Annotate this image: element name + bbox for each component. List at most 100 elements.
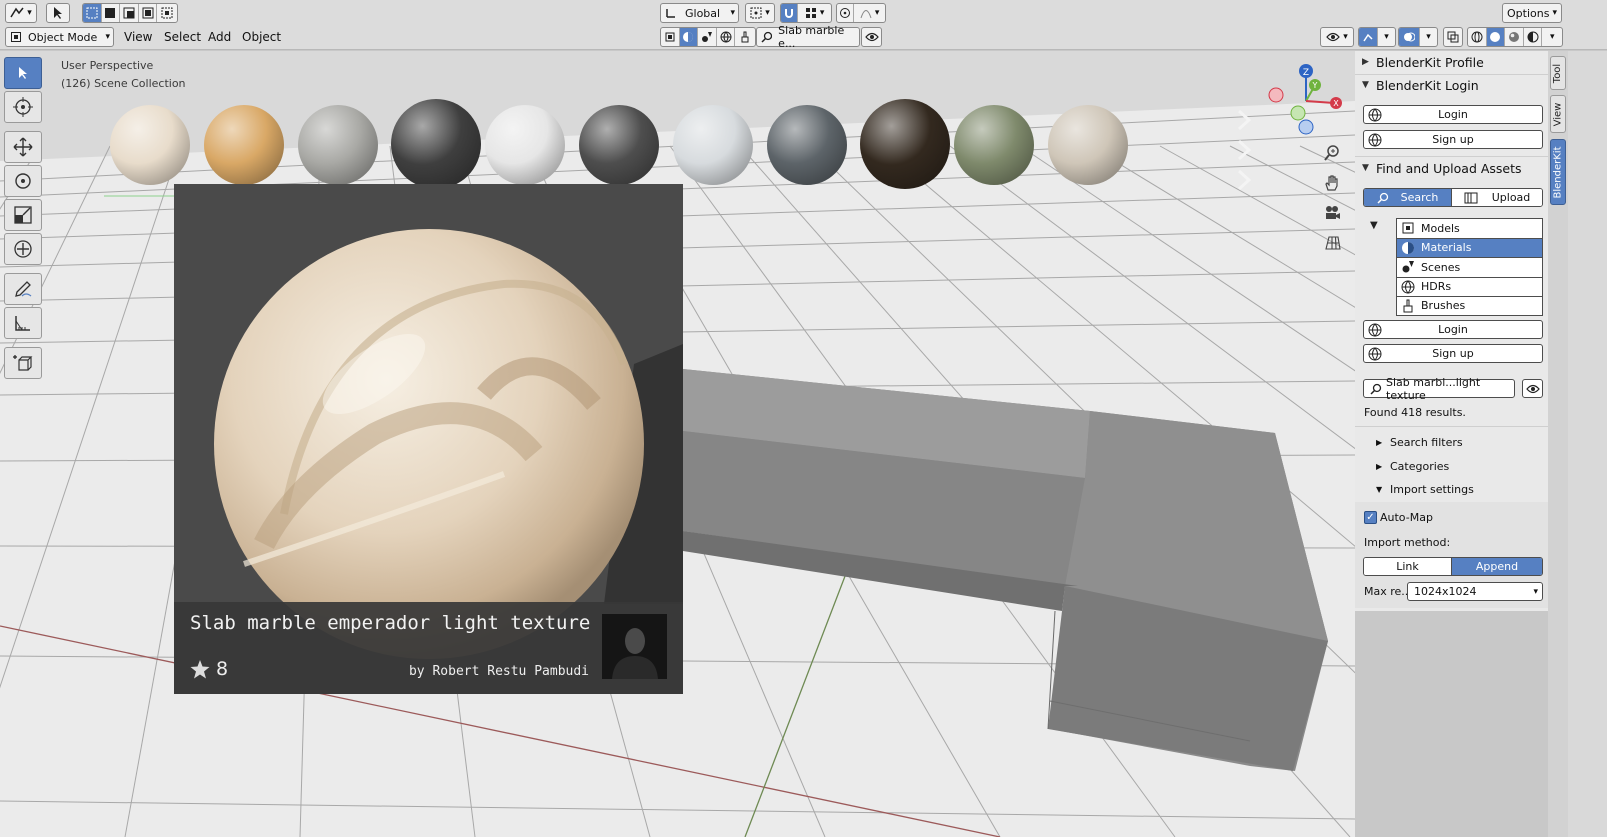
- login-section-header[interactable]: ▼ BlenderKit Login: [1362, 77, 1479, 93]
- asset-bar-scroll-arrows[interactable]: [1235, 106, 1255, 196]
- asset-thumbnail[interactable]: [672, 105, 753, 185]
- asset-thumbnail[interactable]: [297, 105, 378, 185]
- ortho-toggle-button[interactable]: [1320, 231, 1344, 255]
- xray-toggle[interactable]: [1443, 27, 1463, 47]
- select-intersect-button[interactable]: [157, 4, 177, 22]
- auto-map-checkbox[interactable]: ✓ Auto-Map: [1364, 511, 1433, 524]
- upload-tab[interactable]: Upload: [1452, 189, 1542, 206]
- bk-models-button[interactable]: [661, 28, 680, 46]
- tab-tool[interactable]: Tool: [1550, 56, 1566, 90]
- overlay-toggle[interactable]: [1399, 28, 1420, 46]
- menu-view[interactable]: View: [124, 30, 152, 44]
- tab-view[interactable]: View: [1550, 95, 1566, 133]
- signup-button-secondary[interactable]: Sign up: [1363, 344, 1543, 363]
- zoom-button[interactable]: [1320, 141, 1344, 165]
- bk-brushes-button[interactable]: [735, 28, 755, 46]
- falloff-dropdown[interactable]: ▾: [854, 4, 885, 22]
- navigation-gizmo[interactable]: Z Y X: [1262, 59, 1352, 139]
- move-icon: [13, 137, 33, 157]
- tool-annotate[interactable]: [4, 273, 42, 305]
- select-invert-button[interactable]: [139, 4, 158, 22]
- asset-type-brushes[interactable]: Brushes: [1396, 296, 1543, 316]
- tab-blenderkit[interactable]: BlenderKit: [1550, 139, 1566, 205]
- import-settings-header[interactable]: ▼ Import settings: [1376, 483, 1474, 496]
- link-option[interactable]: Link: [1364, 558, 1453, 575]
- asset-thumbnail[interactable]: [579, 105, 659, 185]
- gizmo-icon: [1363, 33, 1373, 42]
- shading-dropdown[interactable]: ▾: [1542, 28, 1562, 46]
- author-avatar-image: [602, 614, 667, 679]
- tool-transform[interactable]: [4, 233, 42, 265]
- tool-measure[interactable]: [4, 307, 42, 339]
- asset-thumbnail[interactable]: [860, 99, 951, 189]
- profile-section-header[interactable]: ▶ BlenderKit Profile: [1362, 54, 1484, 70]
- bk-materials-button[interactable]: [679, 28, 699, 46]
- asset-thumbnail[interactable]: [110, 105, 190, 185]
- editor-type-button[interactable]: ▾: [5, 3, 37, 23]
- options-dropdown[interactable]: Options ▾: [1502, 3, 1562, 23]
- pan-button[interactable]: [1320, 171, 1344, 195]
- login-button[interactable]: Login: [1363, 105, 1543, 124]
- gizmo-dropdown[interactable]: ▾: [1378, 28, 1395, 46]
- gizmo-toggle[interactable]: [1359, 28, 1378, 46]
- globe-icon: [1368, 133, 1382, 147]
- orientation-dropdown[interactable]: Global ▾: [660, 3, 739, 23]
- max-resolution-dropdown[interactable]: 1024x1024 ▾: [1407, 582, 1543, 601]
- asset-thumbnail[interactable]: [954, 105, 1035, 185]
- pivot-dropdown[interactable]: ▾: [745, 3, 775, 23]
- tool-cursor[interactable]: [4, 91, 42, 123]
- 3d-viewport[interactable]: User Perspective (126) Scene Collection …: [0, 51, 1355, 837]
- append-option[interactable]: Append: [1452, 558, 1542, 575]
- tool-select-box[interactable]: [4, 57, 42, 89]
- menu-add[interactable]: Add: [208, 30, 231, 44]
- menu-object[interactable]: Object: [242, 30, 281, 44]
- asset-thumbnail[interactable]: [766, 105, 847, 185]
- asset-thumbnail[interactable]: [485, 105, 566, 185]
- bk-scenes-button[interactable]: [698, 28, 717, 46]
- asset-type-models[interactable]: Models: [1396, 218, 1543, 238]
- signup-button-secondary-label: Sign up: [1432, 347, 1474, 360]
- search-filters-header[interactable]: ▶ Search filters: [1376, 436, 1463, 449]
- tool-rotate[interactable]: [4, 165, 42, 197]
- brush-icon: [1401, 299, 1415, 316]
- asset-thumbnail[interactable]: [1048, 105, 1128, 185]
- categories-header[interactable]: ▶ Categories: [1376, 460, 1449, 473]
- asset-types-collapse-toggle[interactable]: ▼: [1370, 220, 1378, 231]
- visibility-dropdown[interactable]: ▾: [1320, 27, 1354, 47]
- proportional-toggle[interactable]: [837, 4, 855, 22]
- snap-toggle[interactable]: [781, 4, 799, 22]
- signup-button[interactable]: Sign up: [1363, 130, 1543, 149]
- world-icon: [720, 31, 732, 43]
- select-extend-button[interactable]: [102, 4, 121, 22]
- mode-dropdown[interactable]: Object Mode ▾: [5, 27, 114, 47]
- select-new-button[interactable]: [83, 4, 102, 22]
- menu-select[interactable]: Select: [164, 30, 201, 44]
- rotate-icon: [15, 173, 31, 189]
- shading-solid-button[interactable]: [1486, 28, 1506, 46]
- snap-target-dropdown[interactable]: ▾: [798, 4, 831, 22]
- camera-view-button[interactable]: [1320, 201, 1344, 225]
- find-section-header[interactable]: ▼ Find and Upload Assets: [1362, 160, 1522, 176]
- tool-add-cube[interactable]: [4, 347, 42, 379]
- asset-search-field[interactable]: Slab marbl...light texture: [1363, 376, 1515, 402]
- bk-hdrs-button[interactable]: [717, 28, 736, 46]
- header-preview-toggle[interactable]: [861, 27, 882, 47]
- overlay-dropdown[interactable]: ▾: [1420, 28, 1437, 46]
- search-tab[interactable]: Search: [1364, 189, 1453, 206]
- asset-search-value: Slab marbl...light texture: [1386, 375, 1481, 402]
- asset-thumbnail[interactable]: [391, 99, 482, 189]
- asset-thumbnail[interactable]: [203, 105, 284, 185]
- header-search-field[interactable]: Slab marble e...: [756, 24, 860, 50]
- shading-material-button[interactable]: [1505, 28, 1524, 46]
- tool-move[interactable]: [4, 131, 42, 163]
- tool-scale[interactable]: [4, 199, 42, 231]
- select-tool-button[interactable]: [46, 3, 70, 23]
- asset-type-scenes[interactable]: Scenes: [1396, 257, 1543, 277]
- shading-rendered-button[interactable]: [1524, 28, 1543, 46]
- asset-type-materials[interactable]: Materials: [1396, 237, 1543, 257]
- select-subtract-button[interactable]: [120, 4, 139, 22]
- asset-preview-toggle[interactable]: [1522, 379, 1543, 398]
- shading-wireframe-button[interactable]: [1468, 28, 1487, 46]
- asset-type-hdrs[interactable]: HDRs: [1396, 276, 1543, 296]
- login-button-secondary[interactable]: Login: [1363, 320, 1543, 339]
